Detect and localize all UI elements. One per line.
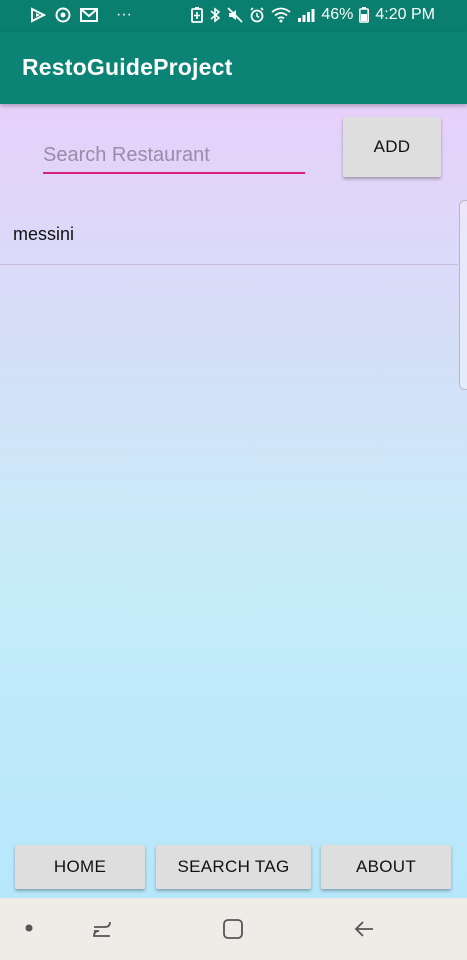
app-title: RestoGuideProject (22, 54, 233, 80)
scroll-handle[interactable] (459, 200, 467, 390)
gmail-icon (80, 7, 98, 23)
sync-icon (54, 6, 72, 24)
status-left-icons: ··· (30, 6, 132, 24)
mute-icon (227, 7, 244, 23)
dot-icon (24, 923, 34, 933)
signal-icon (297, 7, 315, 23)
wifi-icon (271, 7, 291, 23)
search-tag-button[interactable]: SEARCH TAG (156, 845, 311, 889)
recent-apps-icon[interactable] (88, 915, 116, 943)
home-button[interactable]: HOME (15, 845, 145, 889)
bluetooth-icon (209, 7, 221, 23)
search-restaurant-input[interactable] (43, 138, 305, 174)
home-square-icon[interactable] (219, 915, 247, 943)
battery-icon (359, 7, 370, 23)
add-button[interactable]: ADD (343, 117, 441, 177)
status-time: 4:20 PM (375, 6, 435, 23)
app-screen: ··· 46% 4:20 PM RestoGuideProject Search… (0, 0, 467, 960)
list-item[interactable]: messini (0, 205, 458, 265)
status-more-indicator: ··· (116, 6, 132, 23)
status-right-icons: 46% 4:20 PM (191, 6, 435, 24)
play-store-icon (30, 7, 46, 23)
restaurant-name: messini (13, 224, 75, 244)
battery-saver-icon (191, 7, 204, 23)
back-arrow-icon[interactable] (350, 915, 378, 943)
restaurant-list: messini (0, 205, 458, 265)
app-bar: RestoGuideProject (0, 32, 467, 104)
system-nav-bar (0, 898, 467, 960)
battery-percent: 46% (321, 6, 354, 23)
about-button[interactable]: ABOUT (321, 845, 451, 889)
status-bar: ··· 46% 4:20 PM (0, 0, 467, 32)
alarm-icon (249, 7, 265, 23)
